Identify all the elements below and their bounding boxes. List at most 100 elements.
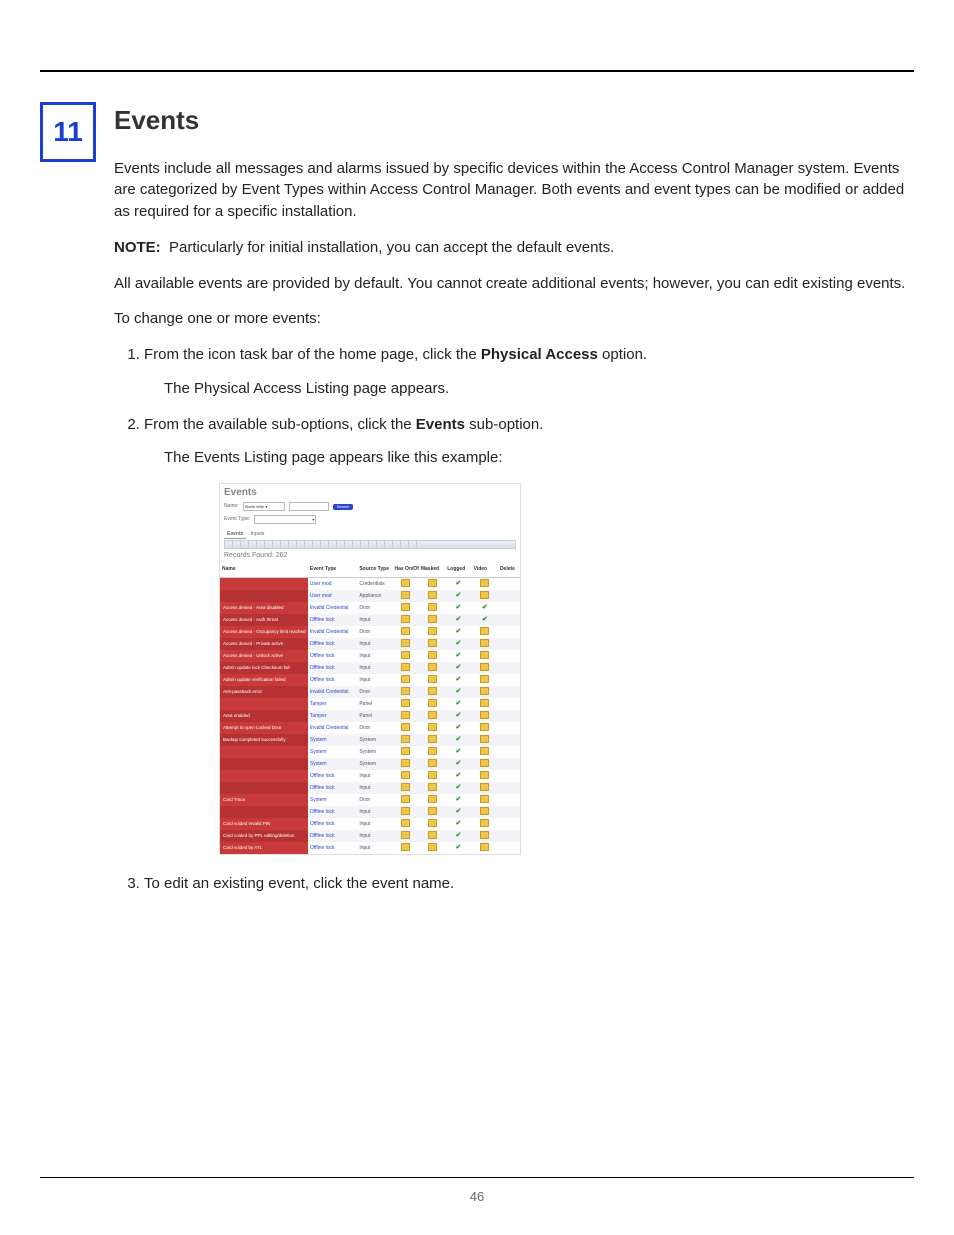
shot-filter-bar: Name: Starts With ▾ Search [220, 500, 520, 515]
delete-cell[interactable] [498, 830, 520, 842]
shot-name-input[interactable] [289, 502, 329, 511]
table-row: Card voided Invalid PINOffline lockInput… [220, 818, 520, 830]
shot-tab-inputs[interactable]: Inputs [248, 530, 268, 538]
event-name-link[interactable]: Card Trace [220, 794, 308, 806]
col-has-onoff[interactable]: Has On/Off [393, 561, 419, 578]
delete-cell[interactable] [498, 578, 520, 591]
check-icon: ✔ [455, 809, 461, 815]
delete-cell[interactable] [498, 638, 520, 650]
page-footer: 46 [0, 1177, 954, 1207]
no-icon [480, 627, 489, 635]
shot-name-operator-select[interactable]: Starts With ▾ [243, 502, 285, 511]
check-icon: ✔ [455, 665, 461, 671]
delete-cell[interactable] [498, 818, 520, 830]
col-name[interactable]: Name [220, 561, 308, 578]
shot-name-label: Name: [224, 504, 239, 509]
event-name-link[interactable]: Access denied - Occupancy limit reached [220, 626, 308, 638]
event-name-link[interactable] [220, 758, 308, 770]
delete-cell[interactable] [498, 626, 520, 638]
event-name-link[interactable]: Access denied - Auth threat [220, 614, 308, 626]
delete-cell[interactable] [498, 794, 520, 806]
paragraph-3: To change one or more events: [114, 308, 914, 330]
no-icon [480, 783, 489, 791]
delete-cell[interactable] [498, 782, 520, 794]
check-icon: ✔ [455, 701, 461, 707]
step-2-text-a: From the available sub-options, click th… [144, 416, 416, 433]
masked-cell [419, 746, 445, 758]
event-name-link[interactable]: Anti-passback error [220, 686, 308, 698]
video-cell [472, 638, 498, 650]
event-name-link[interactable]: Access denied - Area disabled [220, 602, 308, 614]
check-icon: ✔ [455, 653, 461, 659]
step-1-result: The Physical Access Listing page appears… [164, 378, 914, 400]
delete-cell[interactable] [498, 662, 520, 674]
no-icon [401, 747, 410, 755]
event-name-link[interactable] [220, 746, 308, 758]
event-name-link[interactable]: Backup completed successfully [220, 734, 308, 746]
delete-cell[interactable] [498, 722, 520, 734]
no-icon [401, 711, 410, 719]
masked-cell [419, 794, 445, 806]
delete-cell[interactable] [498, 758, 520, 770]
delete-cell[interactable] [498, 806, 520, 818]
event-name-link[interactable]: Access denied - Unlock active [220, 650, 308, 662]
event-type-cell: Offline lock [308, 650, 357, 662]
col-delete[interactable]: Delete [498, 561, 520, 578]
col-event-type[interactable]: Event Type [308, 561, 357, 578]
delete-cell[interactable] [498, 674, 520, 686]
delete-cell[interactable] [498, 602, 520, 614]
event-name-link[interactable] [220, 770, 308, 782]
has-onoff-cell [393, 782, 419, 794]
delete-cell[interactable] [498, 734, 520, 746]
event-type-cell: System [308, 758, 357, 770]
check-icon: ✔ [455, 821, 461, 827]
no-icon [401, 771, 410, 779]
col-video[interactable]: Video [472, 561, 498, 578]
event-name-link[interactable] [220, 698, 308, 710]
delete-cell[interactable] [498, 650, 520, 662]
delete-cell[interactable] [498, 590, 520, 602]
event-name-link[interactable]: Card voided by PPL editing/deletion [220, 830, 308, 842]
source-type-cell: Door [357, 602, 392, 614]
event-name-link[interactable]: Area enabled [220, 710, 308, 722]
video-cell [472, 758, 498, 770]
step-3: To edit an existing event, click the eve… [144, 873, 914, 895]
event-name-link[interactable]: Card voided by ATL [220, 842, 308, 854]
event-name-link[interactable]: Attempt to open Locked Door [220, 722, 308, 734]
event-name-link[interactable]: Access denied - Private active [220, 638, 308, 650]
has-onoff-cell [393, 638, 419, 650]
no-icon [428, 783, 437, 791]
has-onoff-cell [393, 686, 419, 698]
event-name-link[interactable]: Admin update verification failed [220, 674, 308, 686]
event-name-link[interactable]: Card voided Invalid PIN [220, 818, 308, 830]
event-name-link[interactable]: Admin update lock Checksum fail [220, 662, 308, 674]
event-type-cell: Invalid Credential [308, 626, 357, 638]
event-name-link[interactable] [220, 578, 308, 591]
delete-cell[interactable] [498, 710, 520, 722]
no-icon [480, 711, 489, 719]
col-logged[interactable]: Logged [445, 561, 471, 578]
delete-cell[interactable] [498, 614, 520, 626]
shot-tab-events[interactable]: Events [224, 530, 246, 539]
delete-cell[interactable] [498, 842, 520, 854]
event-name-link[interactable] [220, 806, 308, 818]
has-onoff-cell [393, 842, 419, 854]
delete-cell[interactable] [498, 746, 520, 758]
col-masked[interactable]: Masked [419, 561, 445, 578]
col-source-type[interactable]: Source Type [357, 561, 392, 578]
shot-pager[interactable] [224, 540, 516, 549]
shot-event-type-select[interactable]: ▾ [254, 515, 316, 524]
table-row: Offline lockInput✔ [220, 770, 520, 782]
logged-cell: ✔ [445, 734, 471, 746]
delete-cell[interactable] [498, 686, 520, 698]
delete-cell[interactable] [498, 698, 520, 710]
masked-cell [419, 770, 445, 782]
event-name-link[interactable] [220, 590, 308, 602]
logged-cell: ✔ [445, 614, 471, 626]
table-row: Anti-passback errorInvalid CredentialDoo… [220, 686, 520, 698]
no-icon [428, 843, 437, 851]
delete-cell[interactable] [498, 770, 520, 782]
table-row: Access denied - Private activeOffline lo… [220, 638, 520, 650]
shot-search-button[interactable]: Search [333, 504, 354, 510]
event-name-link[interactable] [220, 782, 308, 794]
